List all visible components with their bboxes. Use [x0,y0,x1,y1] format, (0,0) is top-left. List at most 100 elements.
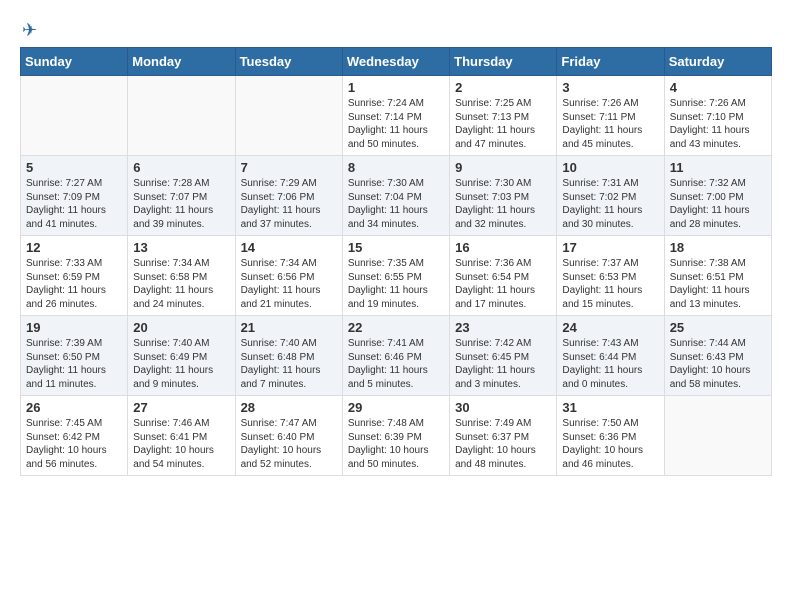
calendar-cell: 22Sunrise: 7:41 AM Sunset: 6:46 PM Dayli… [342,316,449,396]
day-number: 27 [133,400,229,415]
day-number: 30 [455,400,551,415]
calendar-cell: 14 Sunrise: 7:34 AM Sunset: 6:56 PM Dayli… [235,236,342,316]
day-number: 25 [670,320,766,335]
day-info: Sunrise: 7:29 AM Sunset: 7:06 PM Dayligh… [241,177,337,231]
day-number: 24 [562,320,658,335]
day-info: Sunrise: 7:43 AM Sunset: 6:44 PM Dayligh… [562,337,658,391]
day-number: 29 [348,400,444,415]
day-info: Sunrise: 7:26 AM Sunset: 7:11 PM Dayligh… [562,97,658,151]
calendar-cell: 30 Sunrise: 7:49 AM Sunset: 6:37 PM Dayli… [450,396,557,476]
page-header: ✈ [20,20,772,37]
day-info: Sunrise: 7:27 AM Sunset: 7:09 PM Dayligh… [26,177,122,231]
day-number: 5 [26,160,122,175]
day-info: Sunrise: 7:38 AM Sunset: 6:51 PM Dayligh… [670,257,766,311]
day-info: Sunrise: 7:36 AM Sunset: 6:54 PM Dayligh… [455,257,551,311]
calendar-cell: 6 Sunrise: 7:28 AM Sunset: 7:07 PM Daylig… [128,156,235,236]
day-number: 12 [26,240,122,255]
logo-icon: ✈ [22,20,37,41]
calendar-cell: 3Sunrise: 7:26 AM Sunset: 7:11 PM Daylig… [557,76,664,156]
day-info: Sunrise: 7:31 AM Sunset: 7:02 PM Dayligh… [562,177,658,231]
calendar-cell: 24 Sunrise: 7:43 AM Sunset: 6:44 PM Dayli… [557,316,664,396]
calendar-week-row: 5 Sunrise: 7:27 AM Sunset: 7:09 PM Daylig… [21,156,772,236]
day-number: 2 [455,80,551,95]
day-number: 8 [348,160,444,175]
day-info: Sunrise: 7:47 AM Sunset: 6:40 PM Dayligh… [241,417,337,471]
day-info: Sunrise: 7:34 AM Sunset: 6:58 PM Dayligh… [133,257,229,311]
day-info: Sunrise: 7:33 AM Sunset: 6:59 PM Dayligh… [26,257,122,311]
day-number: 31 [562,400,658,415]
day-info: Sunrise: 7:32 AM Sunset: 7:00 PM Dayligh… [670,177,766,231]
day-number: 17 [562,240,658,255]
calendar-cell: 23 Sunrise: 7:42 AM Sunset: 6:45 PM Dayli… [450,316,557,396]
calendar-cell: 15Sunrise: 7:35 AM Sunset: 6:55 PM Dayli… [342,236,449,316]
calendar-week-row: 12 Sunrise: 7:33 AM Sunset: 6:59 PM Dayli… [21,236,772,316]
day-number: 10 [562,160,658,175]
calendar-cell [664,396,771,476]
calendar-cell: 9Sunrise: 7:30 AM Sunset: 7:03 PM Daylig… [450,156,557,236]
day-info: Sunrise: 7:44 AM Sunset: 6:43 PM Dayligh… [670,337,766,391]
calendar-cell: 18 Sunrise: 7:38 AM Sunset: 6:51 PM Dayli… [664,236,771,316]
day-info: Sunrise: 7:24 AM Sunset: 7:14 PM Dayligh… [348,97,444,151]
calendar-cell [21,76,128,156]
day-number: 6 [133,160,229,175]
day-number: 28 [241,400,337,415]
day-header-sunday: Sunday [21,48,128,76]
calendar-cell: 1 Sunrise: 7:24 AM Sunset: 7:14 PM Daylig… [342,76,449,156]
calendar-week-row: 1 Sunrise: 7:24 AM Sunset: 7:14 PM Daylig… [21,76,772,156]
day-info: Sunrise: 7:39 AM Sunset: 6:50 PM Dayligh… [26,337,122,391]
calendar-cell: 12 Sunrise: 7:33 AM Sunset: 6:59 PM Dayli… [21,236,128,316]
calendar-cell: 2Sunrise: 7:25 AM Sunset: 7:13 PM Daylig… [450,76,557,156]
day-header-wednesday: Wednesday [342,48,449,76]
calendar-cell [128,76,235,156]
day-number: 1 [348,80,444,95]
calendar-cell: 11 Sunrise: 7:32 AM Sunset: 7:00 PM Dayli… [664,156,771,236]
calendar-cell: 16 Sunrise: 7:36 AM Sunset: 6:54 PM Dayli… [450,236,557,316]
calendar-cell: 25 Sunrise: 7:44 AM Sunset: 6:43 PM Dayli… [664,316,771,396]
day-number: 11 [670,160,766,175]
day-info: Sunrise: 7:48 AM Sunset: 6:39 PM Dayligh… [348,417,444,471]
day-number: 13 [133,240,229,255]
calendar-cell: 17 Sunrise: 7:37 AM Sunset: 6:53 PM Dayli… [557,236,664,316]
day-info: Sunrise: 7:34 AM Sunset: 6:56 PM Dayligh… [241,257,337,311]
day-number: 20 [133,320,229,335]
day-number: 21 [241,320,337,335]
day-header-saturday: Saturday [664,48,771,76]
calendar-header-row: SundayMondayTuesdayWednesdayThursdayFrid… [21,48,772,76]
day-header-thursday: Thursday [450,48,557,76]
calendar-cell: 5 Sunrise: 7:27 AM Sunset: 7:09 PM Daylig… [21,156,128,236]
day-info: Sunrise: 7:49 AM Sunset: 6:37 PM Dayligh… [455,417,551,471]
calendar-cell: 19 Sunrise: 7:39 AM Sunset: 6:50 PM Dayli… [21,316,128,396]
calendar-week-row: 26Sunrise: 7:45 AM Sunset: 6:42 PM Dayli… [21,396,772,476]
day-number: 23 [455,320,551,335]
day-header-friday: Friday [557,48,664,76]
day-number: 18 [670,240,766,255]
day-number: 15 [348,240,444,255]
calendar-cell: 31 Sunrise: 7:50 AM Sunset: 6:36 PM Dayli… [557,396,664,476]
day-info: Sunrise: 7:42 AM Sunset: 6:45 PM Dayligh… [455,337,551,391]
day-info: Sunrise: 7:40 AM Sunset: 6:48 PM Dayligh… [241,337,337,391]
day-info: Sunrise: 7:37 AM Sunset: 6:53 PM Dayligh… [562,257,658,311]
day-number: 7 [241,160,337,175]
day-number: 14 [241,240,337,255]
calendar-week-row: 19 Sunrise: 7:39 AM Sunset: 6:50 PM Dayli… [21,316,772,396]
day-number: 4 [670,80,766,95]
day-info: Sunrise: 7:40 AM Sunset: 6:49 PM Dayligh… [133,337,229,391]
day-info: Sunrise: 7:46 AM Sunset: 6:41 PM Dayligh… [133,417,229,471]
day-info: Sunrise: 7:28 AM Sunset: 7:07 PM Dayligh… [133,177,229,231]
day-number: 22 [348,320,444,335]
day-number: 19 [26,320,122,335]
calendar-cell: 7 Sunrise: 7:29 AM Sunset: 7:06 PM Daylig… [235,156,342,236]
day-info: Sunrise: 7:50 AM Sunset: 6:36 PM Dayligh… [562,417,658,471]
day-info: Sunrise: 7:26 AM Sunset: 7:10 PM Dayligh… [670,97,766,151]
logo: ✈ [20,20,39,37]
calendar-cell: 20 Sunrise: 7:40 AM Sunset: 6:49 PM Dayli… [128,316,235,396]
day-number: 16 [455,240,551,255]
calendar-cell: 4 Sunrise: 7:26 AM Sunset: 7:10 PM Daylig… [664,76,771,156]
calendar-cell: 13 Sunrise: 7:34 AM Sunset: 6:58 PM Dayli… [128,236,235,316]
calendar-cell: 21 Sunrise: 7:40 AM Sunset: 6:48 PM Dayli… [235,316,342,396]
calendar-cell: 10 Sunrise: 7:31 AM Sunset: 7:02 PM Dayli… [557,156,664,236]
calendar-cell: 8Sunrise: 7:30 AM Sunset: 7:04 PM Daylig… [342,156,449,236]
calendar-cell: 27 Sunrise: 7:46 AM Sunset: 6:41 PM Dayli… [128,396,235,476]
day-number: 9 [455,160,551,175]
calendar-cell [235,76,342,156]
